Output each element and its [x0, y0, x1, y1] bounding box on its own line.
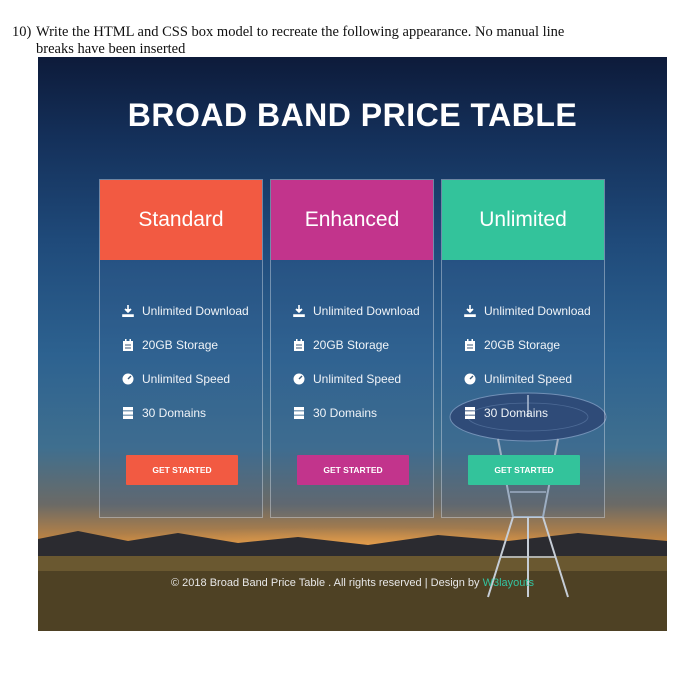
speed-icon — [293, 372, 313, 386]
get-started-button[interactable]: GET STARTED — [297, 455, 409, 485]
feature-label: 30 Domains — [313, 406, 378, 420]
card-header: Standard — [100, 180, 262, 260]
feature-item: Unlimited Speed — [464, 372, 591, 406]
card-header: Unlimited — [442, 180, 604, 260]
server-icon — [293, 406, 313, 420]
feature-item: Unlimited Speed — [122, 372, 249, 406]
speed-icon — [122, 372, 142, 386]
calendar-icon — [464, 338, 484, 352]
feature-label: Unlimited Speed — [142, 372, 231, 386]
download-icon — [464, 304, 484, 318]
calendar-icon — [293, 338, 313, 352]
feature-label: 20GB Storage — [484, 338, 561, 352]
question-number: 10) — [12, 24, 32, 40]
feature-item: 30 Domains — [464, 406, 591, 440]
question-text: 10) Write the HTML and CSS box model to r… — [12, 24, 672, 58]
feature-item: 30 Domains — [122, 406, 249, 440]
feature-list: Unlimited Download 20GB Storage Unlimite… — [293, 304, 420, 440]
get-started-button[interactable]: GET STARTED — [468, 455, 580, 485]
feature-item: 20GB Storage — [122, 338, 249, 372]
feature-list: Unlimited Download 20GB Storage Unlimite… — [122, 304, 249, 440]
pricing-card-unlimited: Unlimited Unlimited Download 20GB Storag… — [441, 179, 605, 518]
feature-label: 20GB Storage — [313, 338, 390, 352]
server-icon — [464, 406, 484, 420]
feature-label: Unlimited Download — [484, 304, 591, 318]
feature-list: Unlimited Download 20GB Storage Unlimite… — [464, 304, 591, 440]
feature-item: 30 Domains — [293, 406, 420, 440]
feature-label: Unlimited Speed — [484, 372, 573, 386]
feature-item: 20GB Storage — [293, 338, 420, 372]
price-table-screenshot: BROAD BAND PRICE TABLE Standard Unlimite… — [38, 57, 667, 631]
pricing-card-standard: Standard Unlimited Download 20GB Storage… — [99, 179, 263, 518]
server-icon — [122, 406, 142, 420]
get-started-button[interactable]: GET STARTED — [126, 455, 238, 485]
feature-label: Unlimited Download — [313, 304, 420, 318]
feature-label: Unlimited Download — [142, 304, 249, 318]
question-line-1: Write the HTML and CSS box model to recr… — [36, 24, 565, 40]
download-icon — [293, 304, 313, 318]
feature-item: Unlimited Download — [122, 304, 249, 338]
feature-item: 20GB Storage — [464, 338, 591, 372]
feature-label: 30 Domains — [142, 406, 207, 420]
footer-link[interactable]: W3layouts — [483, 577, 534, 589]
calendar-icon — [122, 338, 142, 352]
download-icon — [122, 304, 142, 318]
footer: © 2018 Broad Band Price Table . All righ… — [38, 577, 667, 589]
question-line-2: breaks have been inserted — [36, 41, 186, 57]
feature-item: Unlimited Download — [464, 304, 591, 338]
feature-item: Unlimited Speed — [293, 372, 420, 406]
feature-label: 30 Domains — [484, 406, 549, 420]
feature-label: 20GB Storage — [142, 338, 219, 352]
feature-item: Unlimited Download — [293, 304, 420, 338]
card-header: Enhanced — [271, 180, 433, 260]
feature-label: Unlimited Speed — [313, 372, 402, 386]
speed-icon — [464, 372, 484, 386]
footer-text: © 2018 Broad Band Price Table . All righ… — [171, 577, 483, 589]
pricing-card-enhanced: Enhanced Unlimited Download 20GB Storage… — [270, 179, 434, 518]
page-title: BROAD BAND PRICE TABLE — [127, 97, 578, 133]
